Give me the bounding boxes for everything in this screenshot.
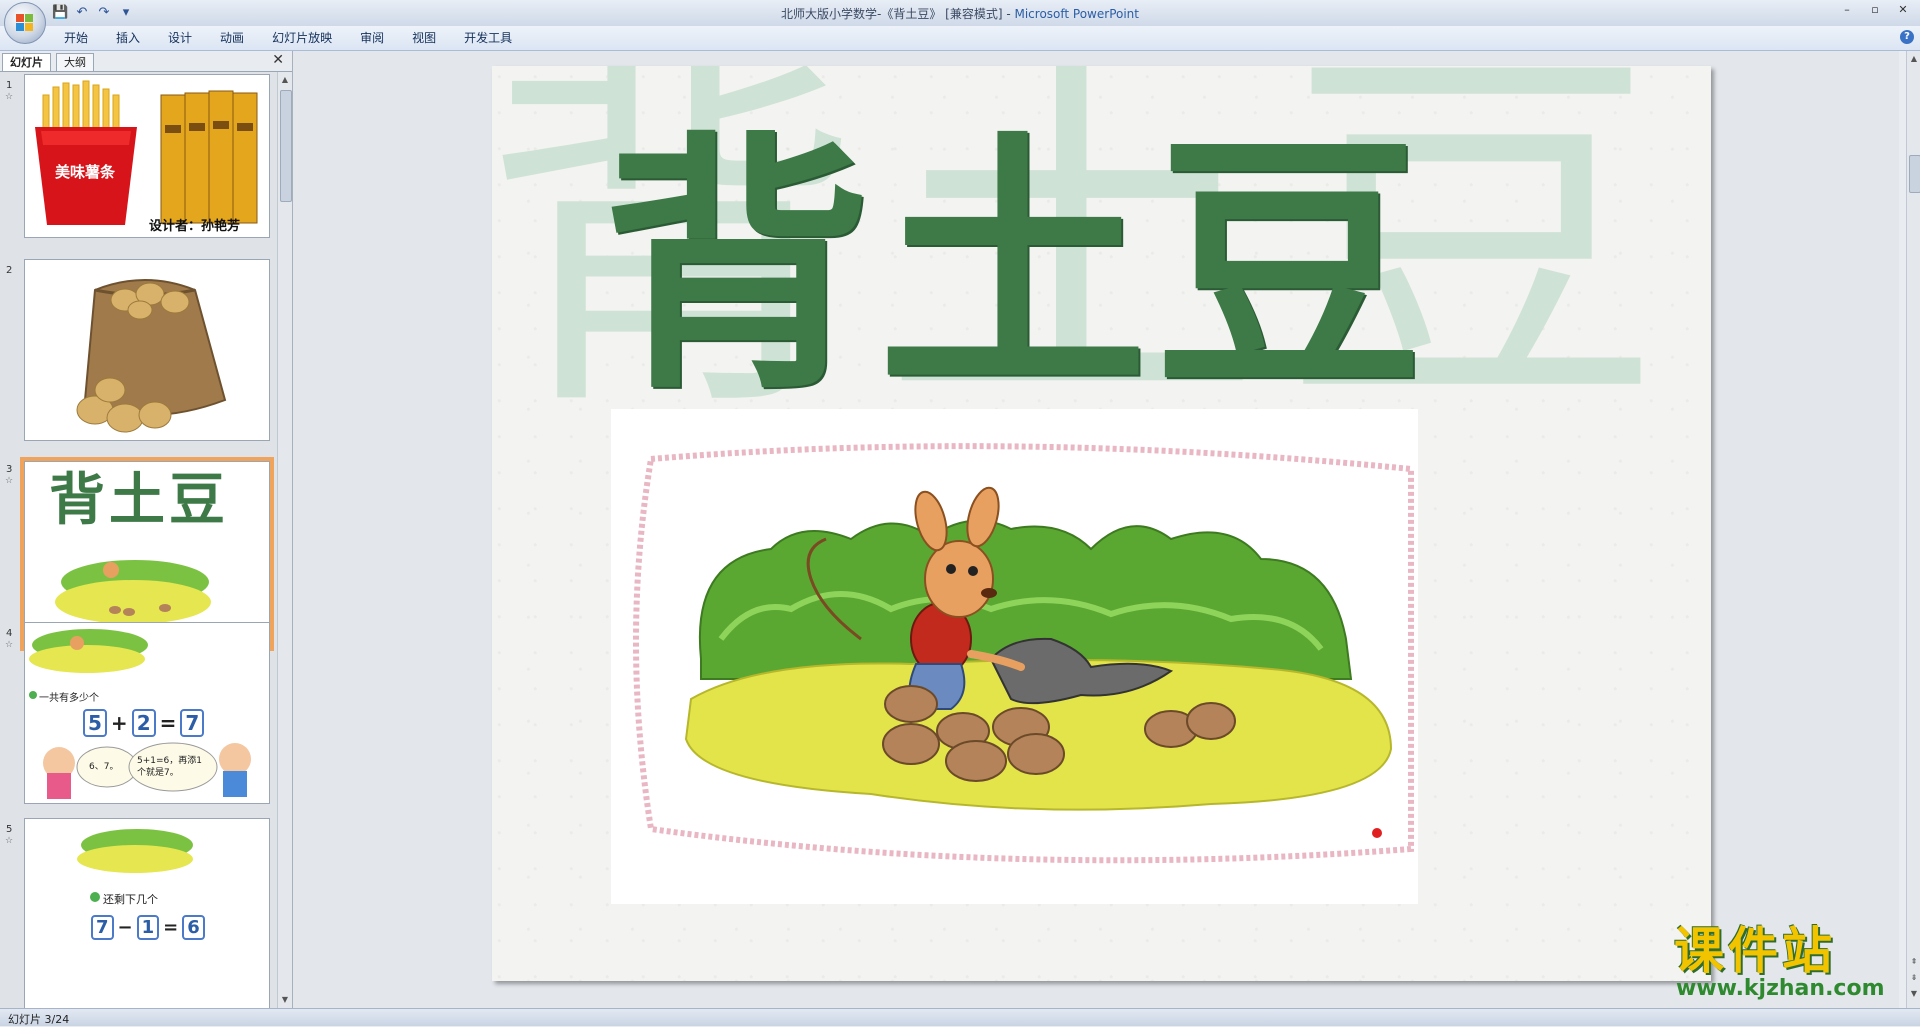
equation-row: 5 + 2 = 7 [83,709,205,737]
close-button[interactable]: ✕ [1892,2,1914,18]
thumb-question: 还剩下几个 [103,893,158,906]
tab-home[interactable]: 开始 [50,30,102,46]
scroll-up-icon[interactable]: ▲ [1909,53,1919,65]
status-bar: 幻灯片 3/24 [0,1008,1920,1026]
office-logo-icon [16,14,34,32]
potato-sack-image [76,279,227,433]
thumb-number: 4 [6,628,13,639]
slide-thumbnail-4[interactable]: 一共有多少个 5 + 2 = 7 6、7。 5+1=6，再添1个就是7。 [24,622,270,804]
watermark-main-text: 课件站 [1674,921,1836,980]
scroll-up-icon[interactable]: ▲ [280,74,290,86]
window-controls: – ▫ ✕ [1836,2,1914,18]
watermark-url: www.kjzhan.com [1676,976,1885,1001]
slide-workspace: 背土豆 背土豆 [293,51,1899,1008]
eq-op: = [163,917,179,938]
tab-insert[interactable]: 插入 [102,30,154,46]
mouse-scene-thumb [55,546,215,636]
animation-star-icon: ☆ [5,836,14,846]
eq-term: 5 [83,709,107,737]
bubble-text-2: 5+1=6，再添1个就是7。 [137,756,202,778]
app-name: Microsoft PowerPoint [1014,7,1139,21]
animation-star-icon: ☆ [5,476,14,486]
title-bar: 💾 ↶ ↷ ▾ 北师大版小学数学-《背土豆》 [兼容模式] - Microsof… [0,0,1920,27]
slide-thumbnail-1[interactable]: 美味薯条 设计者：孙艳芳 [24,74,270,238]
minimize-button[interactable]: – [1836,2,1858,18]
thumb-number: 1 [6,80,13,91]
workspace-scrollbar[interactable]: ▲ ⇞ ⇟ ▼ [1906,51,1920,1008]
fries-image [35,80,258,225]
tab-outline[interactable]: 大纲 [56,53,94,71]
next-slide-icon[interactable]: ⇟ [1909,972,1919,984]
tab-slideshow[interactable]: 幻灯片放映 [258,30,346,46]
document-title: 北师大版小学数学-《背土豆》 [兼容模式] - [781,7,1015,21]
scroll-down-icon[interactable]: ▼ [280,994,290,1006]
slide-thumbnail-3[interactable]: 背土豆 [20,457,274,651]
panel-close-icon[interactable]: ✕ [272,52,284,68]
tab-design[interactable]: 设计 [154,30,206,46]
tab-review[interactable]: 审阅 [346,30,398,46]
eq-term: 1 [136,915,160,940]
eq-term: 2 [131,709,156,737]
ribbon-tabs: 开始 插入 设计 动画 幻灯片放映 审阅 视图 开发工具 [50,30,526,46]
slide-thumbnail-5[interactable]: 还剩下几个 7 − 1 = 6 [24,818,270,1008]
tab-animations[interactable]: 动画 [206,30,258,46]
animation-star-icon: ☆ [5,92,14,102]
slide-canvas[interactable]: 背土豆 背土豆 [492,66,1711,981]
prev-slide-icon[interactable]: ⇞ [1909,956,1919,968]
eq-op: − [117,917,133,938]
ribbon: 开始 插入 设计 动画 幻灯片放映 审阅 视图 开发工具 ? [0,26,1920,51]
kjzhan-watermark: 课件站 www.kjzhan.com [1672,924,1902,1002]
thumbnail-list: 1 ☆ 美味薯条 设计者：孙艳芳 2 3 ☆ 背土豆 4 ☆ 一共有多少个 5 … [0,72,276,1008]
eq-term: 7 [91,915,114,940]
animation-star-icon: ☆ [5,640,14,650]
tab-view[interactable]: 视图 [398,30,450,46]
eq-result: 7 [180,709,205,737]
help-icon[interactable]: ? [1900,30,1914,44]
thumb-number: 5 [6,824,13,835]
thumb-number: 3 [6,464,13,475]
slides-panel: 幻灯片 大纲 ✕ 1 ☆ 美味薯条 设计者：孙艳芳 2 3 ☆ 背土豆 4 ☆ … [0,51,293,1008]
scene-thumb-5 [77,829,193,902]
bubble-text-1: 6、7。 [89,762,119,772]
thumb-question: 一共有多少个 [39,693,99,704]
panel-tabs: 幻灯片 大纲 ✕ [0,51,292,72]
restore-button[interactable]: ▫ [1864,2,1886,18]
eq-op: + [110,711,128,735]
window-title: 北师大版小学数学-《背土豆》 [兼容模式] - Microsoft PowerP… [0,5,1920,22]
scroll-down-icon[interactable]: ▼ [1909,988,1919,1000]
thumb-number: 2 [6,265,13,276]
tab-developer[interactable]: 开发工具 [450,30,526,46]
panel-scroll-thumb[interactable] [280,90,292,202]
mouse-potato-illustration[interactable] [611,409,1418,904]
slide-title[interactable]: 背土豆 [602,131,1430,401]
designer-caption: 设计者：孙艳芳 [149,219,241,234]
equation-row: 7 − 1 = 6 [91,915,205,940]
panel-scrollbar[interactable]: ▲ ▼ [277,72,292,1008]
office-button[interactable] [4,2,46,44]
fries-brand-label: 美味薯条 [55,163,116,181]
eq-op: = [159,711,177,735]
eq-result: 6 [182,915,205,940]
workspace-scroll-thumb[interactable] [1909,155,1920,193]
tab-slides[interactable]: 幻灯片 [2,53,51,71]
slide-thumbnail-2[interactable] [24,259,270,441]
